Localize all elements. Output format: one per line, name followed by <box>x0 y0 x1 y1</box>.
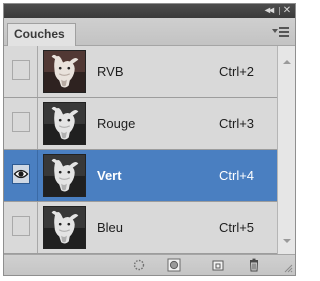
visibility-cell <box>4 46 38 97</box>
eye-icon <box>13 169 29 179</box>
visibility-cell <box>4 150 38 201</box>
visibility-cell <box>4 98 38 149</box>
channels-panel: ◂◂ ✕ Couches RVB Ctrl+2 Rouge Ctrl+3 Ver… <box>3 3 296 276</box>
menu-line <box>279 27 289 29</box>
channel-name: RVB <box>97 64 124 79</box>
channel-name: Rouge <box>97 116 136 131</box>
panel-footer <box>4 254 295 275</box>
channel-shortcut: Ctrl+5 <box>219 220 255 235</box>
new-channel-icon[interactable] <box>211 258 225 272</box>
mask-circle-icon[interactable] <box>167 258 181 272</box>
channel-row[interactable]: RVB Ctrl+2 <box>4 46 277 98</box>
channel-thumbnail <box>43 50 86 93</box>
tab-couches[interactable]: Couches <box>7 23 76 46</box>
resize-grip-icon[interactable] <box>284 264 293 273</box>
channel-name: Bleu <box>97 220 124 235</box>
channel-name: Vert <box>97 168 122 183</box>
channel-thumbnail <box>43 102 86 145</box>
dotted-circle-icon[interactable] <box>132 258 146 272</box>
channel-shortcut: Ctrl+2 <box>219 64 255 79</box>
visibility-cell <box>4 202 38 253</box>
close-icon[interactable]: ✕ <box>280 5 294 17</box>
collapse-icon[interactable]: ◂◂ <box>262 5 276 17</box>
channel-thumbnail <box>43 206 86 249</box>
channel-thumbnail <box>43 154 86 197</box>
visibility-toggle[interactable] <box>12 60 30 80</box>
channel-shortcut: Ctrl+3 <box>219 116 255 131</box>
channel-shortcut: Ctrl+4 <box>219 168 255 183</box>
menu-line <box>279 35 289 37</box>
menu-arrow <box>272 29 278 33</box>
channel-row[interactable]: Vert Ctrl+4 <box>4 150 277 202</box>
channel-row[interactable]: Bleu Ctrl+5 <box>4 202 277 254</box>
menu-line <box>279 31 289 33</box>
visibility-toggle[interactable] <box>12 112 30 132</box>
visibility-toggle[interactable] <box>12 216 30 236</box>
channel-row[interactable]: Rouge Ctrl+3 <box>4 98 277 150</box>
tab-bar: Couches <box>4 18 295 46</box>
scrollbar[interactable] <box>277 46 295 254</box>
visibility-toggle[interactable] <box>12 164 30 184</box>
scroll-down-icon[interactable] <box>283 239 291 243</box>
panel-title-bar: ◂◂ ✕ <box>4 4 295 18</box>
scroll-up-icon[interactable] <box>283 60 291 64</box>
panel-menu-icon[interactable] <box>272 26 290 38</box>
trash-icon[interactable] <box>247 258 261 272</box>
channel-list: RVB Ctrl+2 Rouge Ctrl+3 Vert Ctrl+4 Bleu <box>4 46 277 254</box>
